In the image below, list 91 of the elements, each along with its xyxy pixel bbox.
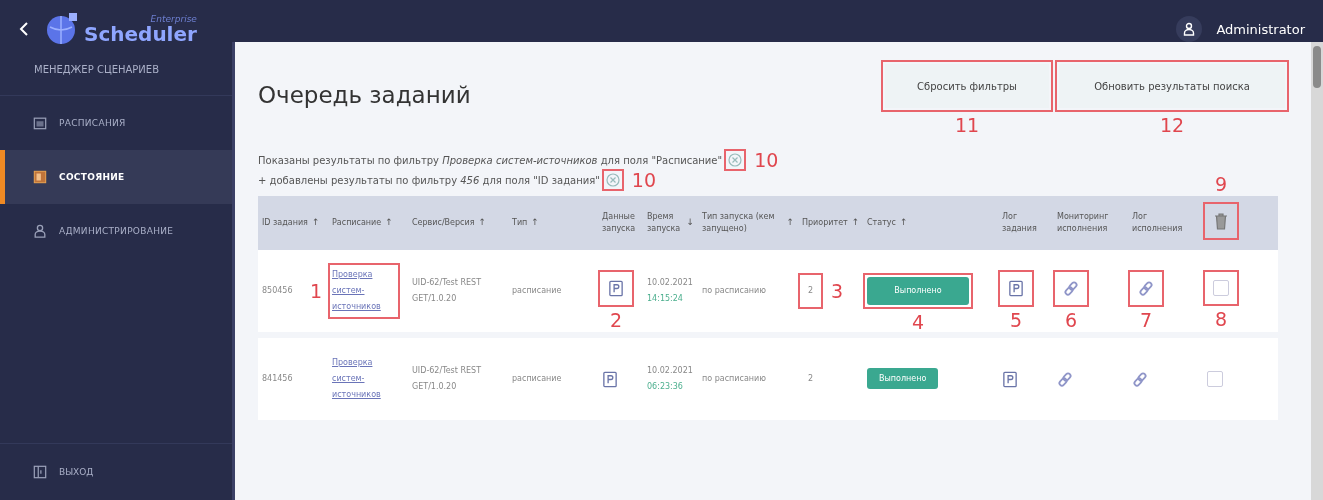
table-cell: UID-62/Test REST GET/1.0.20 [412,278,481,303]
column-header: Мониторинг исполнения [1057,211,1110,235]
column-header: Данные запуска [602,211,637,235]
callout-frame [1203,202,1239,240]
column-header: Время запуска [647,211,682,235]
callout-number: 9 [1214,175,1228,194]
link-icon[interactable] [1132,370,1148,388]
callout-frame [1053,269,1089,307]
column-header: Сервис/Версия [412,217,475,229]
column-header: Приоритет [802,217,848,229]
column-header: Расписание [332,217,382,229]
person-icon [33,224,47,238]
callout-number: 2 [609,310,623,330]
callout-number: 4 [911,313,925,332]
clear-filter-icon[interactable] [728,153,743,167]
table-cell: 841456 [262,374,293,383]
callout-frame [601,169,624,191]
table-cell: по расписанию [702,286,766,295]
callout-number: 3 [831,281,844,301]
filter-description: Показаны результаты по фильтру Проверка систем-источников для поля "Расписание" [258,154,723,166]
scrollbar-thumb[interactable] [1313,46,1321,88]
callout-frame [1128,269,1164,307]
sort-arrow[interactable]: ↓ [686,216,694,230]
callout-number: 5 [1009,310,1023,330]
document-icon[interactable] [608,279,624,297]
sidebar-item[interactable]: РАСПИСАНИЯ [0,96,232,150]
refresh-results-button[interactable]: Обновить результаты поиска [1059,64,1285,108]
calendar-icon [33,116,47,130]
column-header: Статус [867,217,896,229]
table-cell-text: 10.02.2021 [647,365,694,377]
sidebar-item[interactable]: АДМИНИСТРИРОВАНИЕ [0,204,232,258]
callout-number: 12 [1159,116,1185,135]
filter-description: + добавлены результаты по фильтру 456 для поля "ID задания" [258,174,600,186]
table-cell-text: 10.02.2021 [647,277,694,289]
callout-frame [724,149,747,171]
brand-subtitle: Enterprise [150,14,197,24]
row-checkbox[interactable] [1213,280,1229,296]
sort-arrow[interactable]: ↑ [851,216,860,230]
sort-arrow[interactable]: ↑ [478,216,487,230]
table-cell: по расписанию [702,374,766,383]
table-cell: 2 [808,374,814,383]
callout-number: 11 [954,116,980,135]
table-cell: UID-62/Test REST GET/1.0.20 [412,366,481,391]
exit-icon [33,465,47,479]
status-icon [33,170,47,184]
user-name[interactable]: Administrator [1216,21,1305,37]
callout-number: 6 [1064,310,1078,330]
column-header: Лог исполнения [1132,211,1184,235]
link-icon[interactable] [1063,279,1079,297]
document-icon[interactable] [602,370,618,388]
callout-number: 8 [1214,310,1228,329]
column-header: ID задания [262,217,308,229]
back-icon[interactable] [18,21,30,37]
sidebar-item[interactable]: СОСТОЯНИЕ [0,150,232,204]
callout-number: 1 [309,281,322,301]
brand-name: Scheduler [84,23,197,44]
table-cell-text: 06:23:36 [647,381,684,393]
clear-filter-icon[interactable] [605,173,620,187]
table-cell: 2 [808,286,814,295]
callout-frame [328,263,400,319]
sort-arrow[interactable]: ↑ [385,216,393,230]
page-title: Очередь заданий [258,82,472,108]
document-icon[interactable] [1002,370,1018,388]
sort-arrow[interactable]: ↑ [899,216,908,230]
table-cell: 850456 [262,286,293,295]
sort-arrow[interactable]: ↑ [311,216,320,230]
callout-number: 10 [754,150,779,170]
callout-number: 10 [631,170,657,190]
callout-frame [798,273,824,309]
globe-logo-icon [44,11,80,47]
sort-arrow[interactable]: ↑ [786,216,794,230]
sort-arrow[interactable]: ↑ [531,216,539,230]
table-cell-text: 14:15:24 [647,293,684,305]
callout-frame [1203,270,1239,306]
reset-filters-button[interactable]: Сбросить фильтры [885,64,1049,108]
table-cell: расписание [512,374,562,383]
column-header: Тип [512,217,528,229]
link-icon[interactable] [1138,279,1154,297]
status-badge: Выполнено [867,277,969,305]
status-badge: Выполнено [867,368,939,389]
scrollbar[interactable] [1311,42,1323,500]
row-checkbox[interactable] [1207,371,1223,387]
callout-number: 7 [1139,310,1153,330]
callout-frame [598,269,634,307]
document-icon[interactable] [1008,279,1024,297]
callout-frame [998,269,1034,307]
link-icon[interactable] [1057,370,1073,388]
user-avatar[interactable] [1176,16,1203,42]
column-header: Тип запуска (кем запущено) [702,211,776,235]
column-header: Лог задания [1002,211,1038,235]
table-cell: расписание [512,286,562,295]
